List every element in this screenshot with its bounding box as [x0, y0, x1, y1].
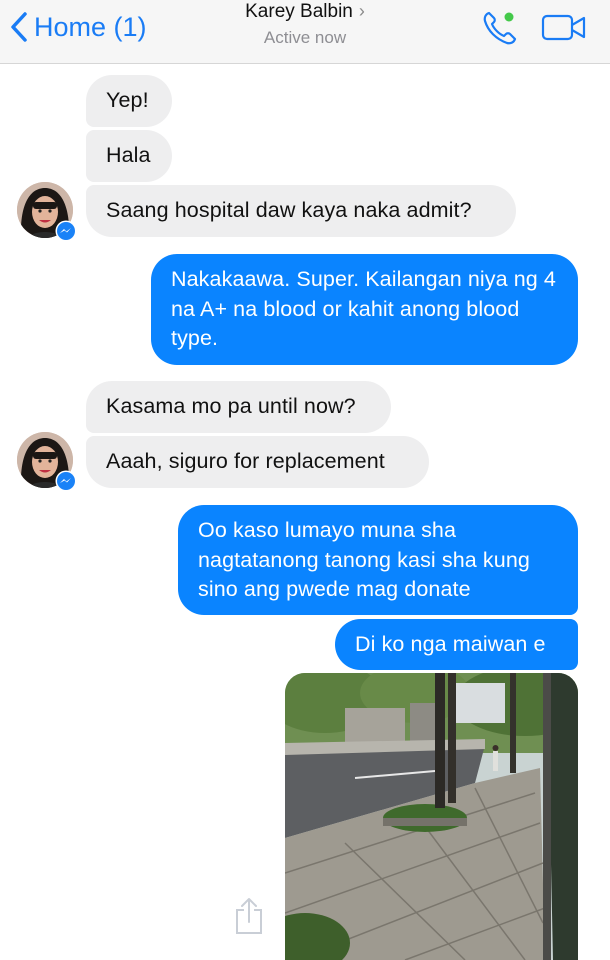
- share-icon: [236, 898, 262, 934]
- message-bubble[interactable]: Yep!: [86, 75, 172, 127]
- contact-avatar[interactable]: [17, 432, 77, 492]
- photo-message[interactable]: [285, 673, 578, 960]
- share-button[interactable]: [232, 896, 266, 936]
- video-camera-icon: [541, 14, 586, 41]
- message-text: Aaah, siguro for replacement: [106, 449, 385, 473]
- street-photo: [285, 673, 578, 960]
- message-text: Hala: [106, 143, 151, 167]
- message-text: Nakakaawa. Super. Kailangan niya ng 4 na…: [171, 267, 556, 350]
- message-text: Oo kaso lumayo muna sha nagtatanong tano…: [198, 518, 530, 601]
- contact-avatar[interactable]: [17, 182, 77, 242]
- conversation-header: Home (1) Karey Balbin › Active now: [0, 0, 610, 64]
- messenger-badge-icon: [55, 220, 77, 242]
- messenger-badge-icon: [55, 470, 77, 492]
- message-bubble[interactable]: Aaah, siguro for replacement: [86, 436, 429, 488]
- message-bubble[interactable]: Hala: [86, 130, 172, 182]
- message-bubble[interactable]: Saang hospital daw kaya naka admit?: [86, 185, 516, 237]
- video-call-button[interactable]: [541, 12, 587, 44]
- message-text: Saang hospital daw kaya naka admit?: [106, 198, 472, 222]
- online-indicator: [504, 12, 514, 22]
- message-text: Yep!: [106, 88, 149, 112]
- message-text: Kasama mo pa until now?: [106, 394, 356, 418]
- message-bubble[interactable]: Kasama mo pa until now?: [86, 381, 391, 433]
- chevron-right-icon: ›: [358, 1, 365, 21]
- contact-name: Karey Balbin: [245, 1, 353, 22]
- message-bubble[interactable]: Nakakaawa. Super. Kailangan niya ng 4 na…: [151, 254, 578, 365]
- message-text: Di ko nga maiwan e: [355, 632, 546, 656]
- message-bubble[interactable]: Di ko nga maiwan e: [335, 619, 578, 670]
- phone-icon: [483, 11, 517, 45]
- call-button[interactable]: [480, 8, 520, 48]
- message-bubble[interactable]: Oo kaso lumayo muna sha nagtatanong tano…: [178, 505, 578, 615]
